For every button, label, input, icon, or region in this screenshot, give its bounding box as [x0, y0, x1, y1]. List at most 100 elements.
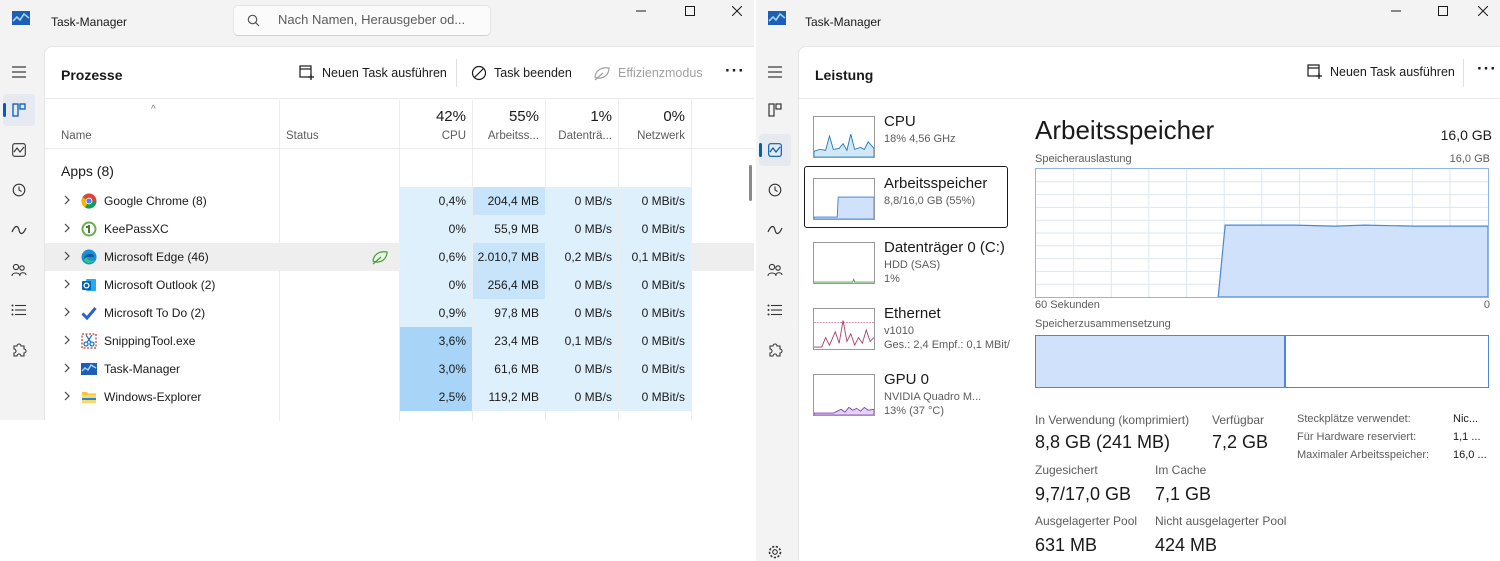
resource-item-ethernet[interactable]: Ethernet v1010 Ges.: 2,4 Empf.: 0,1 MBit… — [804, 296, 1010, 358]
committed-value: 9,7/17,0 GB — [1035, 484, 1132, 504]
nav-performance[interactable] — [759, 134, 791, 166]
nav-startup-apps[interactable] — [3, 214, 35, 246]
in-use-value: 8,8 GB (241 MB) — [1035, 432, 1171, 452]
nav-app-history[interactable] — [3, 174, 35, 206]
chevron-right-icon[interactable] — [63, 363, 71, 373]
memory-composition-bar[interactable] — [1035, 335, 1489, 388]
maximize-icon — [1438, 6, 1448, 16]
outlook-icon — [81, 277, 97, 293]
process-name: KeePassXC — [104, 222, 169, 236]
column-header-status[interactable]: Status — [286, 130, 319, 142]
disk-cell: 0 MB/s — [546, 383, 618, 411]
in-use-label: In Verwendung (komprimiert) — [1035, 413, 1190, 427]
process-name: Google Chrome (8) — [104, 194, 207, 208]
chevron-right-icon[interactable] — [63, 335, 71, 345]
table-row[interactable]: Microsoft To Do (2) 0,9% 97,8 MB 0 MB/s 0 MB… — [45, 299, 755, 327]
close-button[interactable] — [1460, 0, 1500, 22]
search-box[interactable] — [233, 5, 491, 36]
column-header-cpu[interactable]: CPU — [400, 130, 466, 142]
nav-menu-button[interactable] — [759, 56, 791, 88]
run-new-task-button[interactable]: Neuen Task ausführen — [1307, 64, 1455, 80]
memory-in-use-segment[interactable] — [1036, 336, 1286, 387]
nav-settings[interactable] — [759, 536, 791, 561]
maximize-button[interactable] — [667, 0, 713, 22]
mem-cell: 55,9 MB — [473, 215, 545, 243]
nav-services[interactable] — [3, 334, 35, 366]
resource-item-cpu[interactable]: CPU 18% 4,56 GHz — [804, 104, 1008, 166]
startup-icon — [11, 225, 27, 235]
nav-processes[interactable] — [3, 94, 35, 126]
nav-performance[interactable] — [3, 134, 35, 166]
column-header-memory[interactable]: Arbeitss... — [473, 130, 539, 142]
table-row[interactable]: Windows-Explorer 2,5% 119,2 MB 0 MB/s 0 MBit… — [45, 383, 755, 411]
chevron-right-icon[interactable] — [63, 279, 71, 289]
net-cell: 0 MBit/s — [619, 383, 691, 411]
mem-cell: 97,8 MB — [473, 299, 545, 327]
table-row[interactable]: Microsoft Outlook (2) 0% 256,4 MB 0 MB/s 0 M… — [45, 271, 755, 299]
resource-detail: 13% (37 °C) — [884, 405, 945, 417]
chevron-right-icon[interactable] — [63, 307, 71, 317]
chevron-right-icon[interactable] — [63, 223, 71, 233]
net-cell: 0 MBit/s — [619, 215, 691, 243]
nav-services[interactable] — [759, 334, 791, 366]
efficiency-mode-label: Effizienzmodus — [618, 66, 703, 80]
column-header-name[interactable]: Name — [61, 130, 92, 142]
end-task-button[interactable]: Task beenden — [471, 65, 572, 81]
close-icon — [1478, 6, 1488, 16]
minimize-button[interactable] — [1373, 0, 1419, 22]
table-row[interactable]: Task-Manager 3,0% 61,6 MB 0 MB/s 0 MBit/s — [45, 355, 755, 383]
nav-processes[interactable] — [759, 94, 791, 126]
sort-caret-icon[interactable]: ^ — [151, 104, 156, 115]
end-task-label: Task beenden — [494, 66, 572, 80]
net-cell: 0,1 MBit/s — [619, 243, 691, 271]
disk-total-percent: 1% — [590, 108, 612, 125]
nav-app-history[interactable] — [759, 174, 791, 206]
performance-page: Leistung Neuen Task ausführen ··· CPU 18… — [798, 46, 1500, 561]
task-manager-app-icon — [12, 11, 30, 25]
performance-icon — [768, 143, 782, 157]
column-header-disk[interactable]: Datenträ... — [546, 130, 612, 142]
minimize-button[interactable] — [618, 0, 664, 22]
table-row[interactable]: Google Chrome (8) 0,4% 204,4 MB 0 MB/s 0 MBi… — [45, 187, 755, 215]
nav-startup-apps[interactable] — [759, 214, 791, 246]
table-row[interactable]: SnippingTool.exe 3,6% 23,4 MB 0,1 MB/s 0 MBi… — [45, 327, 755, 355]
toolbar-separator — [456, 59, 457, 87]
resource-item-disk[interactable]: Datenträger 0 (C:) HDD (SAS) 1% — [804, 230, 1008, 292]
cpu-cell: 0% — [400, 215, 472, 243]
table-row[interactable]: Microsoft Edge (46) 0,6% 2.010,7 MB 0,2 MB/… — [45, 243, 755, 271]
nav-details[interactable] — [3, 294, 35, 326]
more-options-button[interactable]: ··· — [725, 61, 745, 81]
table-row[interactable]: KeePassXC 0% 55,9 MB 0 MB/s 0 MBit/s — [45, 215, 755, 243]
column-header-network[interactable]: Netzwerk — [619, 130, 685, 142]
disk-cell: 0 MB/s — [546, 215, 618, 243]
nav-menu-button[interactable] — [3, 56, 35, 88]
chevron-right-icon[interactable] — [63, 391, 71, 401]
graph-axis-right-label: 0 — [1483, 299, 1490, 311]
vertical-scrollbar-thumb[interactable] — [749, 165, 752, 201]
run-new-task-button[interactable]: Neuen Task ausführen — [299, 65, 447, 81]
processes-icon — [768, 103, 782, 117]
maximize-icon — [685, 6, 695, 16]
cpu-cell: 0,6% — [400, 243, 472, 271]
keepassxc-icon — [81, 221, 97, 237]
search-input[interactable] — [278, 12, 483, 27]
nav-users[interactable] — [3, 254, 35, 286]
nav-users[interactable] — [759, 254, 791, 286]
more-options-button[interactable]: ··· — [1477, 59, 1497, 79]
resource-item-gpu[interactable]: GPU 0 NVIDIA Quadro M... 13% (37 °C) — [804, 362, 1008, 424]
memory-total-capacity: 16,0 GB — [1440, 127, 1492, 143]
resource-title: Datenträger 0 (C:) — [884, 239, 1005, 256]
chevron-right-icon[interactable] — [63, 251, 71, 261]
resource-item-memory[interactable]: Arbeitsspeicher 8,8/16,0 GB (55%) — [804, 166, 1008, 228]
memory-total-percent: 55% — [508, 108, 539, 125]
hamburger-icon — [768, 66, 782, 78]
efficiency-mode-button[interactable]: Effizienzmodus — [593, 65, 703, 81]
task-manager-app-icon — [768, 11, 786, 25]
process-name: Task-Manager — [104, 362, 181, 376]
chrome-icon — [81, 193, 97, 209]
services-puzzle-icon — [769, 343, 783, 357]
chevron-right-icon[interactable] — [63, 195, 71, 205]
title-bar: Task-Manager — [756, 0, 1500, 44]
available-value: 7,2 GB — [1212, 432, 1269, 452]
nav-details[interactable] — [759, 294, 791, 326]
